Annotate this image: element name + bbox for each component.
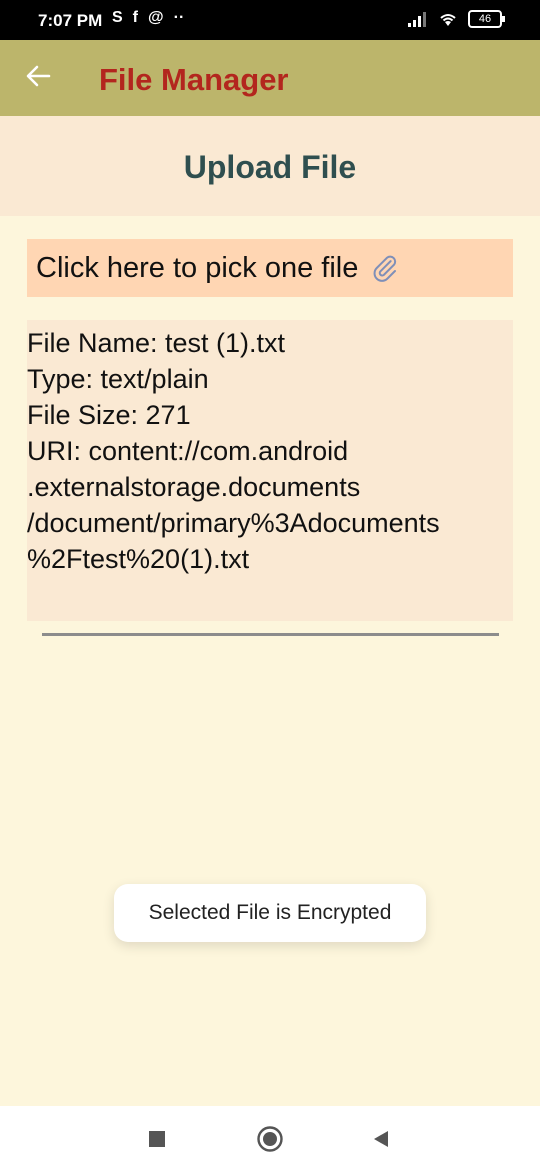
wifi-icon	[440, 14, 456, 26]
paperclip-icon	[370, 253, 400, 283]
back-triangle-icon	[374, 1131, 388, 1147]
arrow-left-icon	[26, 65, 51, 87]
file-uri-text: %2Ftest%20(1).txt	[27, 544, 250, 574]
page-title: Upload File	[183, 149, 357, 185]
app-title: File Manager	[99, 62, 289, 97]
signal-icon	[408, 12, 426, 27]
status-time: 7:07 PM	[38, 11, 103, 30]
more-notifications-icon: ··	[173, 9, 185, 26]
file-type-text: Type: text/plain	[27, 364, 209, 394]
notification-icon: @	[148, 9, 164, 26]
toast-message: Selected File is Encrypted	[114, 884, 426, 942]
back-button[interactable]	[18, 56, 58, 96]
notification-icon: S	[112, 9, 123, 26]
pick-file-label: Click here to pick one file	[36, 251, 359, 284]
file-uri-text: URI: content://com.android	[27, 436, 349, 466]
recents-square-icon	[149, 1131, 165, 1147]
file-info-panel: File Name: test (1).txt Type: text/plain…	[27, 320, 513, 621]
facebook-icon: f	[132, 9, 138, 26]
file-name-text: File Name: test (1).txt	[27, 328, 286, 358]
system-icons: 46	[408, 10, 505, 28]
pick-file-button[interactable]: Click here to pick one file	[27, 239, 513, 297]
system-nav-bar	[0, 1106, 540, 1170]
status-bar: 7:07 PM S f @ ·· 46	[0, 0, 540, 40]
home-circle-icon	[257, 1126, 283, 1152]
page-header: Upload File	[0, 116, 540, 216]
nav-back-button[interactable]	[366, 1124, 396, 1154]
home-button[interactable]	[255, 1124, 285, 1154]
file-size-text: File Size: 271	[27, 400, 191, 430]
battery-icon: 46	[468, 10, 505, 28]
recents-button[interactable]	[142, 1124, 172, 1154]
notification-icons: S f @ ··	[112, 9, 184, 27]
app-bar: File Manager	[0, 40, 540, 116]
divider	[42, 633, 499, 636]
file-uri-text: .externalstorage.documents	[27, 472, 361, 502]
file-uri-text: /document/primary%3Adocuments	[27, 508, 440, 538]
